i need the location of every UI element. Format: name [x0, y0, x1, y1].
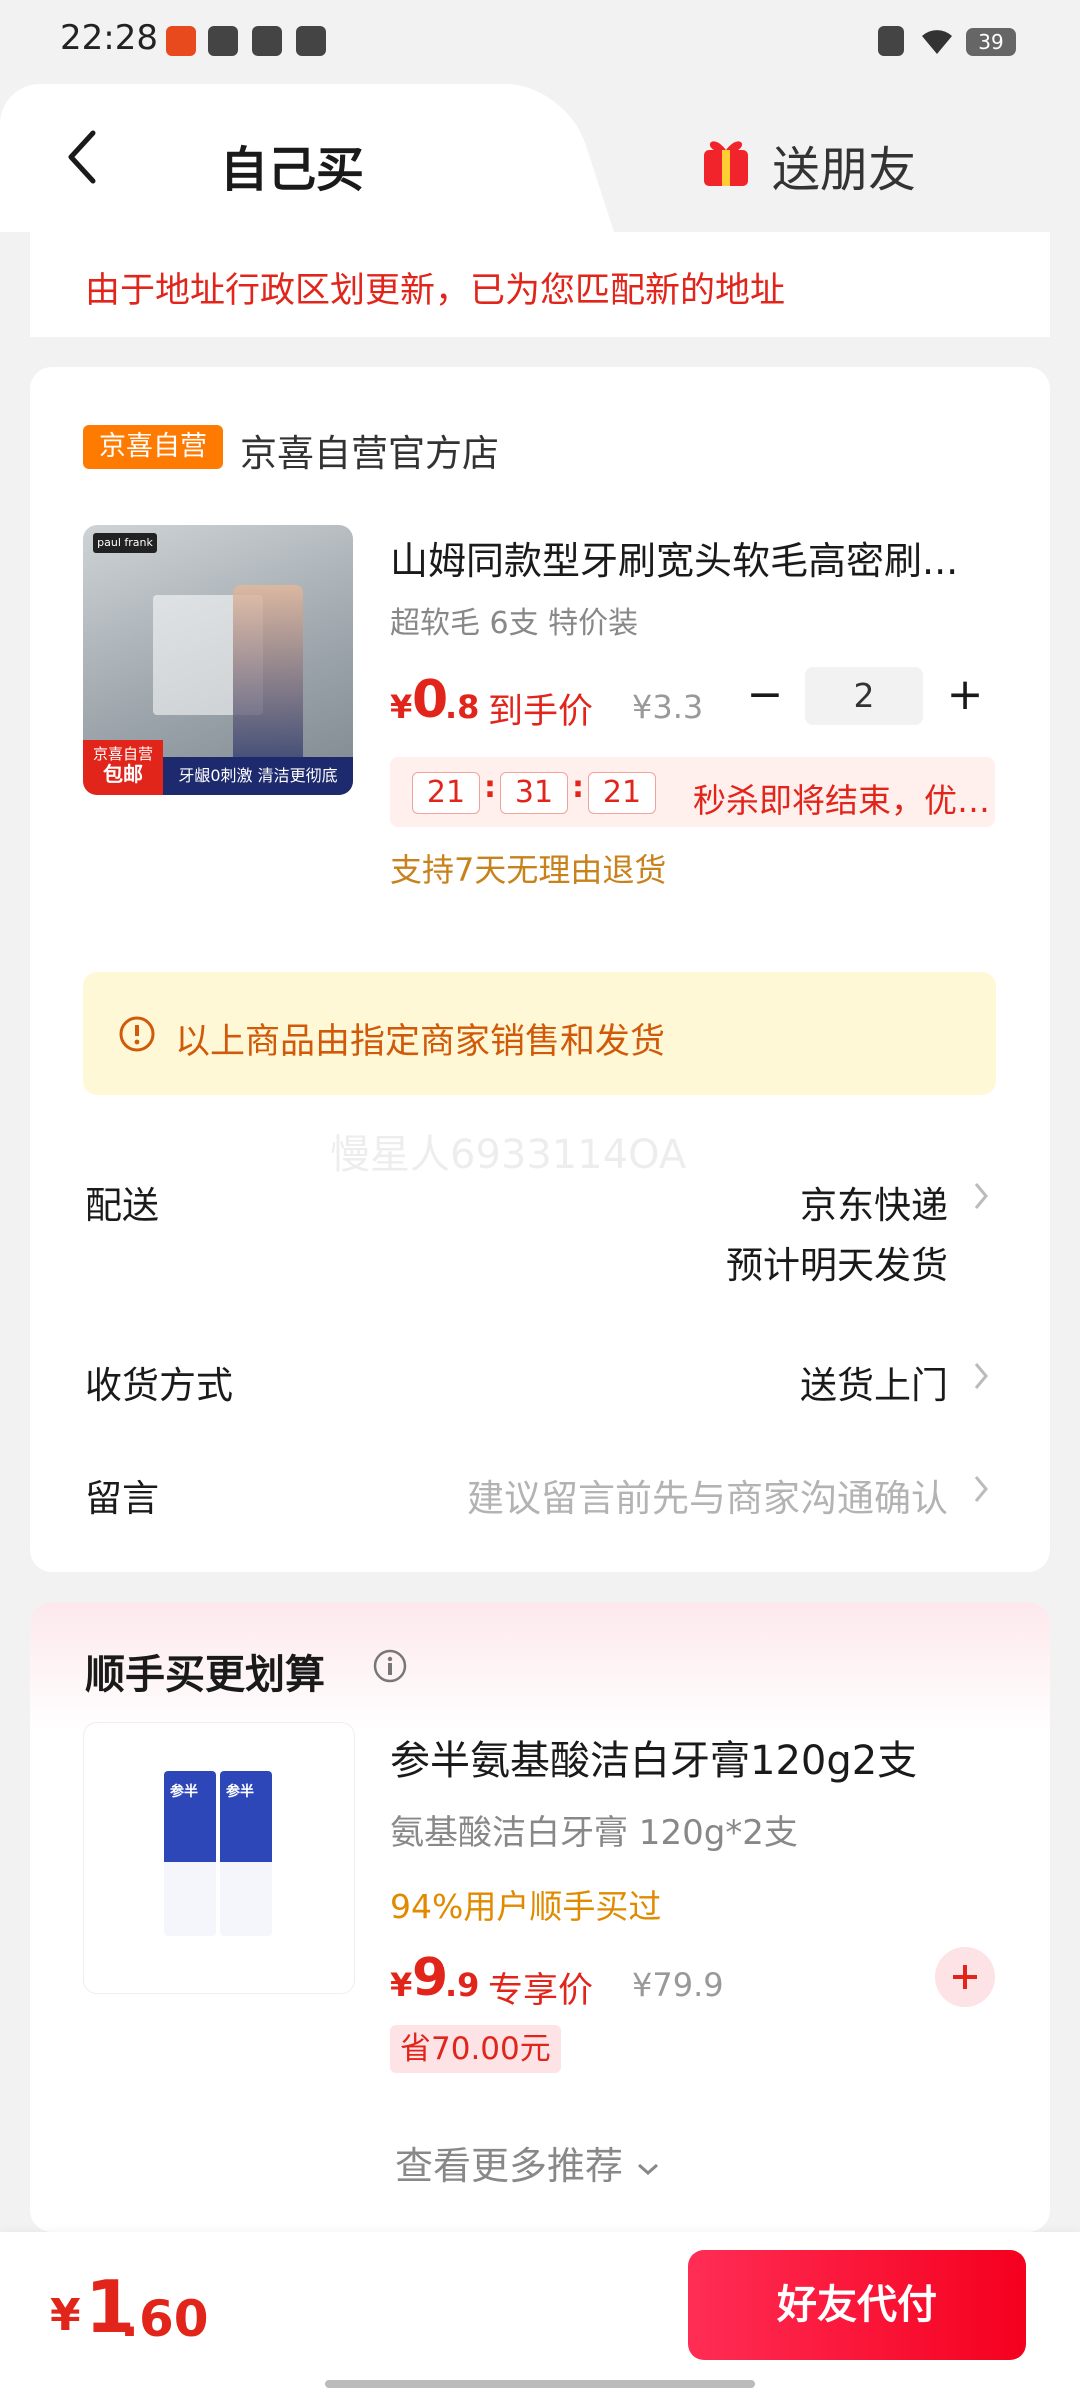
product-image-brand: paul frank: [93, 533, 157, 553]
home-indicator[interactable]: [325, 2380, 755, 2388]
recommend-bought-rate: 94%用户顺手买过: [390, 1887, 662, 1926]
price-decimal: .8: [445, 688, 480, 726]
countdown-colon: :: [484, 770, 496, 805]
product-spec[interactable]: 超软毛 6支 特价装: [390, 598, 638, 642]
recommend-price-symbol: ¥: [390, 1966, 413, 2004]
app-notification-icon: [166, 26, 196, 56]
sim-off-icon: [878, 26, 904, 56]
product-image-caption: 牙龈0刺激 清洁更彻底: [163, 757, 353, 795]
battery-icon: 39: [966, 28, 1016, 56]
back-arrow-icon[interactable]: [55, 127, 115, 187]
quantity-input[interactable]: 2: [805, 667, 923, 725]
quantity-increase-button[interactable]: +: [940, 672, 990, 722]
recommend-price-integer: 9: [412, 1948, 449, 2008]
recommend-section-title: 顺手买更划算: [85, 1652, 325, 1698]
store-badge: 京喜自营: [83, 425, 223, 469]
watermark: 慢星人6933114OA: [330, 1132, 687, 1178]
countdown-minutes: 31: [500, 772, 568, 814]
tab-send-friend-label[interactable]: 送朋友: [772, 130, 916, 200]
delivery-eta: 预计明天发货: [726, 1244, 948, 1287]
delivery-label: 配送: [85, 1184, 159, 1227]
tab-self-buy-label[interactable]: 自己买: [220, 130, 364, 200]
return-policy: 支持7天无理由退货: [390, 851, 667, 889]
price-integer: 0: [412, 670, 449, 730]
recommend-product-spec: 氨基酸洁白牙膏 120g*2支: [390, 1813, 798, 1853]
product-title[interactable]: 山姆同款型牙刷宽头软毛高密刷...: [390, 530, 990, 585]
toothbrush-cup: [233, 585, 303, 765]
quantity-decrease-button[interactable]: −: [740, 672, 790, 722]
chevron-right-icon[interactable]: [972, 1473, 990, 1505]
product-image-badge: 京喜自营 包邮: [83, 740, 163, 795]
status-bar: 22:28 39: [0, 0, 1080, 82]
memo-input[interactable]: 建议留言前先与商家沟通确认: [467, 1468, 948, 1522]
countdown-seconds: 21: [588, 772, 656, 814]
price-label: 到手价: [488, 692, 594, 732]
toothpaste-brand: 参半: [226, 1784, 254, 1800]
chevron-down-icon[interactable]: [635, 2159, 661, 2179]
product-image-badge-top: 京喜自营: [92, 745, 153, 763]
recommend-price-decimal: .9: [445, 1966, 480, 2004]
countdown-colon: :: [572, 770, 584, 805]
recommend-save-badge: 省70.00元: [390, 2025, 561, 2073]
product-image-badge-bottom: 包邮: [103, 762, 143, 786]
chevron-right-icon[interactable]: [972, 1360, 990, 1392]
price-symbol: ¥: [390, 688, 413, 726]
info-icon: [119, 1016, 155, 1052]
status-time: 22:28: [60, 18, 158, 58]
add-icon[interactable]: [935, 1947, 995, 2007]
receive-method-value[interactable]: 送货上门: [800, 1355, 948, 1409]
memo-label: 留言: [85, 1477, 159, 1520]
original-price: ¥3.3: [632, 688, 704, 726]
receive-method-label: 收货方式: [85, 1364, 233, 1407]
recommend-product-title[interactable]: 参半氨基酸洁白牙膏120g2支: [390, 1728, 917, 1786]
tab-header: 自己买 送朋友: [0, 82, 1080, 232]
info-icon[interactable]: [372, 1648, 408, 1684]
gift-icon[interactable]: [700, 130, 752, 190]
wifi-icon: [922, 30, 952, 54]
book-notification-icon: [296, 26, 326, 56]
chevron-right-icon[interactable]: [972, 1180, 990, 1212]
more-recommend-label[interactable]: 查看更多推荐: [395, 2144, 623, 2188]
address-notice-text: 由于地址行政区划更新，已为您匹配新的地址: [85, 271, 786, 311]
product-image[interactable]: paul frank 京喜自营 包邮 牙龈0刺激 清洁更彻底: [83, 525, 353, 795]
video-notification-icon: [252, 26, 282, 56]
friend-pay-button[interactable]: 好友代付: [688, 2250, 1026, 2360]
merchant-note-text: 以上商品由指定商家销售和发货: [175, 1022, 666, 1062]
total-symbol: ¥: [50, 2290, 81, 2341]
delivery-carrier[interactable]: 京东快递: [800, 1175, 948, 1229]
recommend-price-label: 专享价: [488, 1971, 594, 2011]
notification-icon: [208, 26, 238, 56]
toothpaste-brand: 参半: [170, 1784, 198, 1800]
store-name[interactable]: 京喜自营官方店: [240, 423, 499, 477]
flash-sale-text: 秒杀即将结束，优惠即将失效: [693, 781, 993, 820]
recommend-original-price: ¥79.9: [632, 1966, 724, 2004]
countdown-hours: 21: [412, 772, 480, 814]
recommend-product-image[interactable]: 参半 参半: [83, 1722, 355, 1994]
total-decimal: .60: [120, 2290, 209, 2348]
more-recommend-link[interactable]: 查看更多推荐: [395, 2135, 661, 2190]
battery-level: 39: [978, 30, 1004, 54]
